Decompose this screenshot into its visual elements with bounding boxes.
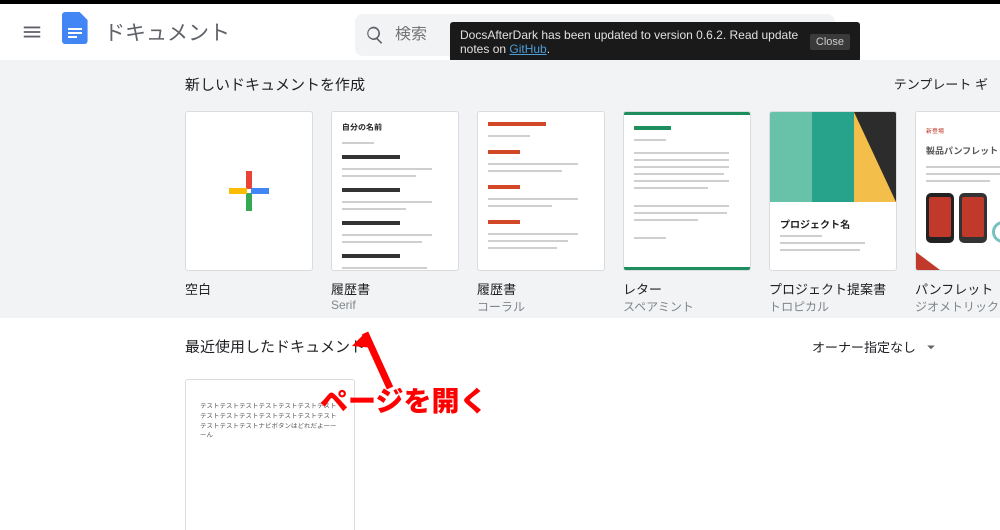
template-thumb-project-proposal[interactable]: プロジェクト名 [769, 111, 897, 271]
template-item-project-proposal: プロジェクト名 プロジェクト提案書 トロピカル [769, 111, 897, 315]
recent-document-thumb[interactable]: テストテストテストテストテストテストテストテストテストテストテストテストテストテ… [185, 379, 355, 530]
search-icon [365, 25, 385, 45]
thumb-title: 製品パンフレット [926, 144, 1000, 157]
template-thumb-brochure[interactable]: 新登場 製品パンフレット [915, 111, 1000, 271]
template-item-resume-serif: 自分の名前 履歴書 Serif [331, 111, 459, 315]
template-name: プロジェクト提案書 [769, 279, 897, 298]
ring-graphic-icon [992, 221, 1000, 243]
template-thumb-blank[interactable] [185, 111, 313, 271]
recent-section: 最近使用したドキュメント オーナー指定なし テストテストテストテストテストテスト… [0, 318, 1000, 530]
owner-filter-label: オーナー指定なし [812, 337, 916, 356]
triangle-graphic-icon [916, 252, 940, 270]
template-subtitle: コーラル [477, 298, 605, 315]
template-name: 履歴書 [331, 279, 459, 298]
phone-graphic-icon [959, 193, 987, 243]
thumb-pretitle: 新登場 [926, 126, 1000, 135]
template-name: 空白 [185, 279, 313, 298]
extension-update-banner: DocsAfterDark has been updated to versio… [450, 22, 860, 62]
thumb-title: 自分の名前 [342, 122, 448, 133]
recent-heading: 最近使用したドキュメント [185, 336, 365, 357]
banner-text-suffix: . [547, 42, 550, 56]
template-item-letter-spearmint: レター スペアミント [623, 111, 751, 315]
main-menu-button[interactable] [12, 12, 52, 52]
template-name: パンフレット [915, 279, 1000, 298]
template-subtitle: トロピカル [769, 298, 897, 315]
template-subtitle: Serif [331, 298, 459, 312]
chevron-down-icon [922, 338, 940, 356]
docs-logo-icon[interactable] [62, 12, 94, 52]
template-subtitle: ジオメトリック [915, 298, 1000, 315]
banner-close-button[interactable]: Close [810, 34, 850, 50]
template-item-resume-coral: 履歴書 コーラル [477, 111, 605, 315]
phone-graphic-icon [926, 193, 954, 243]
hamburger-icon [21, 21, 43, 43]
template-thumb-resume-coral[interactable] [477, 111, 605, 271]
template-thumb-resume-serif[interactable]: 自分の名前 [331, 111, 459, 271]
app-title: ドキュメント [104, 17, 230, 47]
templates-row: 空白 自分の名前 履歴書 Serif [185, 111, 1000, 315]
template-subtitle: スペアミント [623, 298, 751, 315]
template-thumb-letter-spearmint[interactable] [623, 111, 751, 271]
owner-filter-dropdown[interactable]: オーナー指定なし [812, 337, 940, 356]
templates-section: 新しいドキュメントを作成 テンプレート ギ 空白 自分の名前 [0, 60, 1000, 318]
template-name: レター [623, 279, 751, 298]
banner-text: DocsAfterDark has been updated to versio… [460, 28, 802, 56]
template-item-brochure: 新登場 製品パンフレット パンフレット ジオメトリック [915, 111, 1000, 315]
templates-heading: 新しいドキュメントを作成 [185, 74, 1000, 95]
template-gallery-link[interactable]: テンプレート ギ [894, 74, 988, 93]
recent-header: 最近使用したドキュメント オーナー指定なし [185, 336, 1000, 357]
template-item-blank: 空白 [185, 111, 313, 315]
plus-icon [227, 169, 271, 213]
template-name: 履歴書 [477, 279, 605, 298]
thumb-title: プロジェクト名 [780, 216, 886, 231]
banner-github-link[interactable]: GitHub [509, 42, 546, 56]
recent-document-preview-text: テストテストテストテストテストテストテストテストテストテストテストテストテストテ… [200, 403, 337, 439]
